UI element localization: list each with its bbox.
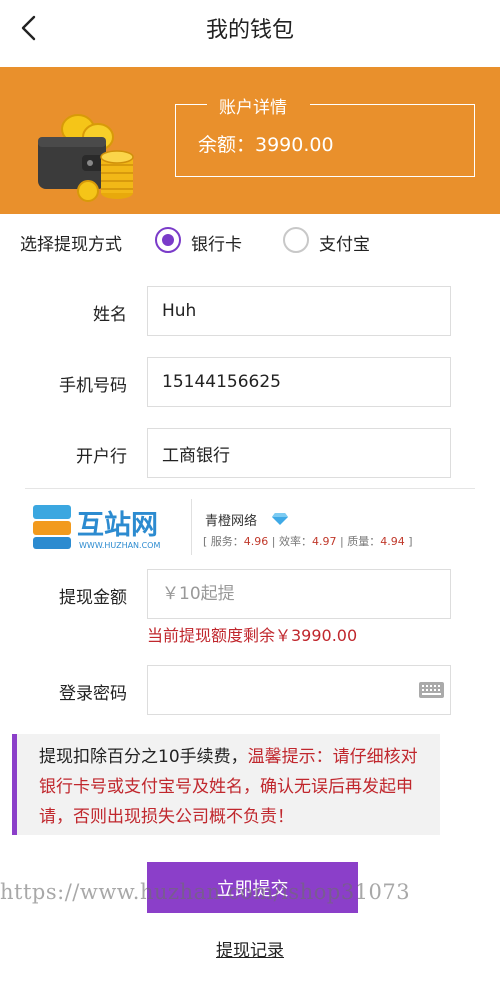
remaining-quota-text: 当前提现额度剩余￥3990.00 <box>147 626 358 645</box>
alipay-radio[interactable] <box>283 227 309 253</box>
account-banner: 账户详情 余额：3990.00 <box>0 67 500 214</box>
account-details-title: 账户详情 <box>219 98 287 118</box>
password-input[interactable] <box>147 665 451 715</box>
alipay-radio-label[interactable]: 支付宝 <box>319 230 370 255</box>
wallet-coins-icon <box>38 114 134 202</box>
shop-name: 青橙网络 <box>205 514 258 529</box>
name-label: 姓名 <box>93 305 127 325</box>
fee-notice: 提现扣除百分之10手续费，温馨提示：请仔细核对银行卡号或支付宝号及姓名，确认无误… <box>12 734 440 835</box>
huzhan-watermark-banner: 互站网 WWW.HUZHAN.COM 青橙网络 [ 服务：4.96 | 效率：4… <box>25 488 475 560</box>
page-title: 我的钱包 <box>205 18 294 43</box>
bank-input[interactable] <box>147 428 451 478</box>
svg-text:WWW.HUZHAN.COM: WWW.HUZHAN.COM <box>79 541 160 550</box>
name-input[interactable] <box>147 286 451 336</box>
svg-text:互站网: 互站网 <box>77 510 158 541</box>
header-bar: 我的钱包 <box>0 0 500 67</box>
diamond-icon <box>272 513 288 525</box>
password-label: 登录密码 <box>59 684 127 704</box>
amount-input[interactable] <box>147 569 451 619</box>
phone-label: 手机号码 <box>59 376 127 396</box>
url-watermark: https://www.huzhan.com/ishop31073 <box>0 880 411 904</box>
shop-rating: [ 服务：4.96 | 效率：4.97 | 质量：4.94 ] <box>203 535 413 548</box>
bank-card-radio[interactable] <box>155 227 181 253</box>
fee-notice-text: 提现扣除百分之10手续费， <box>39 747 248 767</box>
account-details-box: 账户详情 余额：3990.00 <box>175 98 475 177</box>
huzhan-logo: 互站网 WWW.HUZHAN.COM <box>33 505 160 550</box>
withdraw-method-label: 选择提现方式 <box>20 235 122 255</box>
withdraw-history-link[interactable]: 提现记录 <box>0 936 500 961</box>
bank-card-radio-label[interactable]: 银行卡 <box>191 230 242 255</box>
keyboard-icon[interactable] <box>419 682 444 698</box>
phone-input[interactable] <box>147 357 451 407</box>
amount-label: 提现金额 <box>59 588 127 608</box>
bank-label: 开户行 <box>76 447 127 467</box>
balance-text: 余额：3990.00 <box>198 134 334 156</box>
